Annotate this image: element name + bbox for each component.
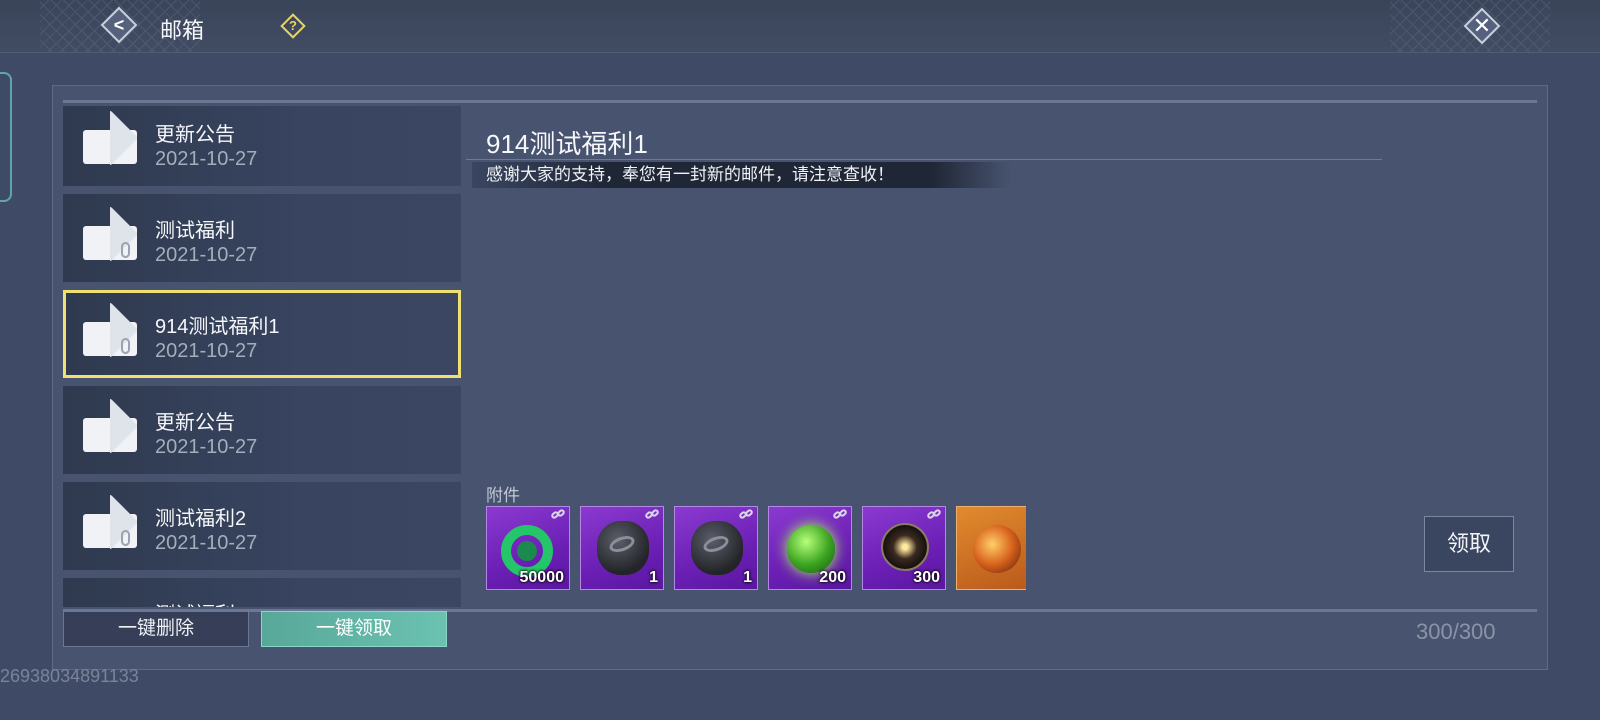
attachment-count: 50000 [519,569,565,586]
mail-item[interactable]: 测试福利 2021-10-27 [63,194,461,282]
side-edge-tab[interactable] [0,72,12,202]
mail-item[interactable]: 测试福利2 2021-10-27 [63,482,461,570]
attachment-count: 200 [819,569,846,586]
mail-list[interactable]: 更新公告 2021-10-27 测试福利 2021-10-27 914测试福利1… [63,106,461,607]
attachments-row[interactable]: 50000 1 1 200 300 [486,506,1026,590]
attachments-label: 附件 [486,486,520,505]
attachment-slot[interactable]: 1 [580,506,664,590]
mail-item-title: 测试福利2 [155,508,247,530]
back-arrow-glyph: < [113,15,125,35]
fire-orb-icon [973,525,1021,573]
top-bar: < 邮箱 ? ✕ [0,0,1600,53]
user-id: 26938034891133 [0,666,139,686]
back-button[interactable]: < [100,6,138,44]
delete-all-button[interactable]: 一键删除 [63,611,249,647]
mail-panel: 更新公告 2021-10-27 测试福利 2021-10-27 914测试福利1… [52,85,1548,670]
mail-item-title: 更新公告 [155,412,235,434]
link-icon [738,508,754,520]
envelope-icon [83,122,139,164]
link-icon [832,508,848,520]
attachment-count: 300 [913,569,940,586]
mail-item-title: 914测试福利1 [155,316,280,338]
mail-detail-title: 914测试福利1 [486,129,648,159]
mail-item[interactable]: 更新公告 2021-10-27 [63,386,461,474]
attachment-slot[interactable]: 50000 [486,506,570,590]
mail-item-date: 2021-10-27 [155,436,258,458]
mail-item-title: 更新公告 [155,124,235,146]
mail-item[interactable]: 更新公告 2021-10-27 [63,106,461,186]
mail-item-title: 测试福利3 [155,598,246,607]
detail-title-divider [466,159,1382,160]
mail-item[interactable]: 测试福利3 [63,578,461,607]
attachment-slot[interactable]: 300 [862,506,946,590]
help-question-icon[interactable]: ? [280,13,306,39]
link-icon [644,508,660,520]
star-orb-icon [881,523,929,571]
envelope-attachment-icon [83,314,139,356]
mail-count: 300/300 [1416,619,1496,644]
close-glyph: ✕ [1472,13,1492,38]
attachment-slot[interactable]: 200 [768,506,852,590]
link-icon [926,508,942,520]
attachment-count: 1 [743,569,752,586]
close-button[interactable]: ✕ [1462,6,1502,46]
envelope-icon [83,410,139,452]
claim-button[interactable]: 领取 [1424,516,1514,572]
attachment-count: 1 [649,569,658,586]
claim-all-button[interactable]: 一键领取 [261,611,447,647]
mail-item-date: 2021-10-27 [155,532,258,554]
envelope-attachment-icon [83,218,139,260]
panel-top-divider [63,100,1537,103]
mail-item-date: 2021-10-27 [155,148,258,170]
page-title: 邮箱 [160,18,205,43]
green-orb-icon [787,525,835,573]
mail-item-title: 测试福利 [155,220,235,242]
mail-item-selected[interactable]: 914测试福利1 2021-10-27 [63,290,461,378]
help-glyph: ? [289,18,297,33]
mail-detail-body: 感谢大家的支持，奉您有一封新的邮件，请注意查收！ [472,162,1012,188]
link-icon [550,508,566,520]
mail-item-date: 2021-10-27 [155,340,258,362]
envelope-attachment-icon [83,506,139,548]
attachment-slot[interactable]: 1 [674,506,758,590]
attachment-slot[interactable] [956,506,1026,590]
mail-item-date: 2021-10-27 [155,244,258,266]
